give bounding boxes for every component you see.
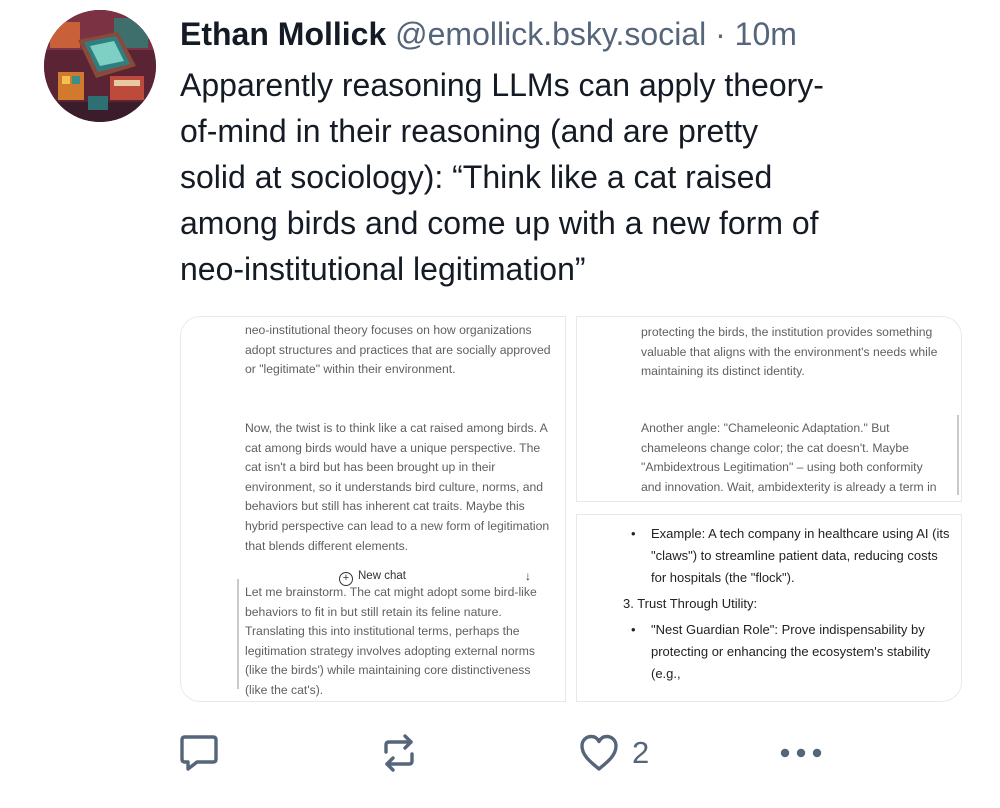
more-icon — [780, 748, 822, 758]
header-separator: · — [715, 16, 726, 52]
image-left[interactable]: neo-institutional theory focuses on how … — [180, 316, 566, 702]
post-text: Apparently reasoning LLMs can apply theo… — [180, 62, 970, 292]
post-text-line: solid at sociology): “Think like a cat r… — [180, 159, 773, 195]
post-image-grid: neo-institutional theory focuses on how … — [180, 316, 962, 702]
heart-icon — [580, 734, 618, 771]
like-count: 2 — [632, 735, 650, 770]
image-top-right[interactable]: protecting the birds, the institution pr… — [576, 316, 962, 502]
post-header: Ethan Mollick @emollick.bsky.social · 10… — [180, 14, 797, 54]
repost-icon — [384, 734, 414, 772]
image-bottom-right-list: Example: A tech company in healthcare us… — [623, 523, 951, 685]
repost-button[interactable] — [378, 728, 420, 778]
post-time[interactable]: 10m — [735, 16, 797, 52]
divider-line — [957, 415, 959, 495]
author-name[interactable]: Ethan Mollick — [180, 16, 386, 52]
new-chat-label: New chat — [358, 570, 406, 582]
like-button[interactable]: 2 — [578, 728, 649, 778]
list-item: Example: A tech company in healthcare us… — [631, 523, 951, 589]
post-text-line: among birds and come up with a new form … — [180, 205, 819, 241]
reply-icon — [180, 735, 218, 771]
image-left-paragraph-3: Let me brainstorm. The cat might adopt s… — [245, 585, 537, 697]
image-bottom-right[interactable]: Example: A tech company in healthcare us… — [576, 514, 962, 702]
more-options-button[interactable] — [778, 728, 824, 778]
author-avatar[interactable] — [44, 10, 156, 122]
list-section-title: 3. Trust Through Utility: — [623, 596, 758, 611]
image-left-paragraph-2: Now, the twist is to think like a cat ra… — [245, 421, 550, 553]
image-top-right-paragraph-2: Another angle: "Chameleonic Adaptation."… — [641, 421, 937, 501]
reply-button[interactable] — [178, 728, 220, 778]
image-left-paragraph-1: neo-institutional theory focuses on how … — [245, 323, 551, 377]
post-text-line: of-mind in their reasoning (and are pret… — [180, 113, 759, 149]
divider-line — [237, 579, 239, 689]
post-actions: 2 — [0, 728, 1000, 778]
list-item: "Nest Guardian Role": Prove indispensabi… — [631, 619, 951, 685]
post-text-line: Apparently reasoning LLMs can apply theo… — [180, 67, 824, 103]
post-text-line: neo-institutional legitimation” — [180, 251, 586, 287]
image-top-right-paragraph-1: protecting the birds, the institution pr… — [641, 325, 938, 379]
author-handle[interactable]: @emollick.bsky.social — [395, 16, 706, 52]
